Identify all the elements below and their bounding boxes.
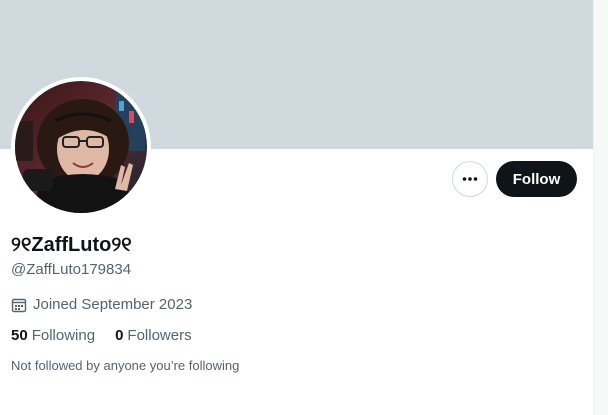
joined-date: Joined September 2023	[11, 296, 192, 314]
avatar[interactable]	[11, 77, 151, 217]
more-options-button[interactable]	[452, 161, 488, 197]
display-name: ୨୧ZaffLuto୨୧	[11, 234, 132, 256]
following-link[interactable]: 50 Following	[11, 327, 95, 345]
user-handle: @ZaffLuto179834	[11, 261, 132, 278]
joined-text: Joined September 2023	[33, 296, 193, 313]
following-count: 50	[11, 327, 28, 344]
followers-link[interactable]: 0 Followers	[115, 327, 192, 345]
not-followed-notice: Not followed by anyone you’re following	[11, 358, 240, 373]
avatar-photo	[15, 81, 147, 213]
followers-label: Followers	[127, 327, 192, 344]
calendar-icon	[11, 298, 27, 313]
following-label: Following	[31, 327, 96, 344]
followers-count: 0	[115, 327, 124, 344]
follow-button[interactable]: Follow	[496, 161, 577, 197]
follow-stats: 50 Following 0 Followers	[11, 327, 192, 345]
more-horizontal-icon	[462, 177, 478, 181]
scrollbar-track[interactable]	[594, 0, 608, 415]
